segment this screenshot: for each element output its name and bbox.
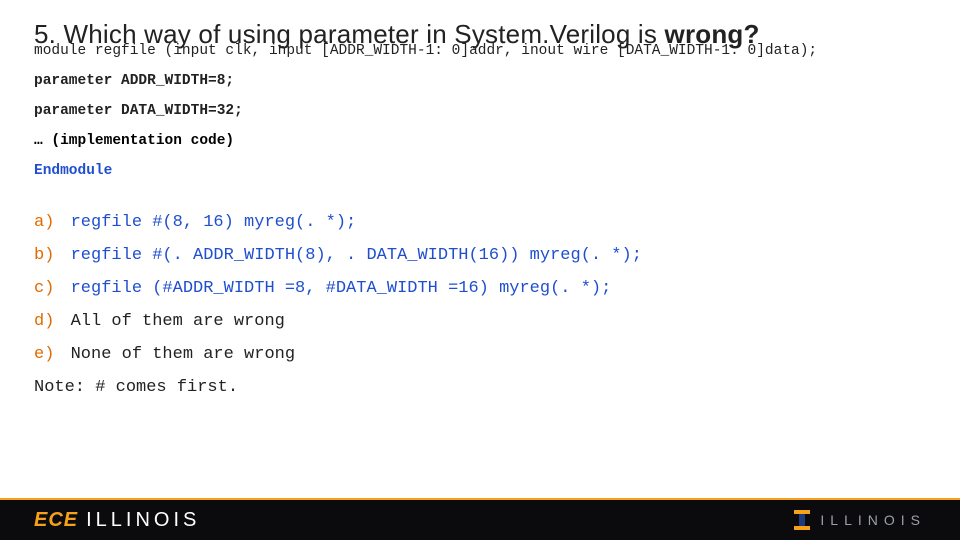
answer-d-body: All of them are wrong <box>71 312 285 331</box>
answer-a-label: a) <box>34 213 54 232</box>
code-param-addr: parameter ADDR_WIDTH=8; <box>34 73 926 89</box>
answer-b-label: b) <box>34 246 54 265</box>
answer-e: e) None of them are wrong <box>34 345 926 364</box>
answer-c: c) regfile (#ADDR_WIDTH =8, #DATA_WIDTH … <box>34 279 926 298</box>
code-param-data: parameter DATA_WIDTH=32; <box>34 103 926 119</box>
answer-d: d) All of them are wrong <box>34 312 926 331</box>
code-param2-text: parameter DATA_WIDTH=32; <box>34 103 243 119</box>
footer-uiuc-label: ILLINOIS <box>820 512 926 528</box>
answer-e-label: e) <box>34 345 54 364</box>
answer-e-body: None of them are wrong <box>71 345 295 364</box>
content-area: 5. Which way of using parameter in Syste… <box>0 0 960 397</box>
code-param1-text: parameter ADDR_WIDTH=8; <box>34 73 234 89</box>
note-line: Note: # comes first. <box>34 378 926 397</box>
code-module-signature: module regfile (input clk, input [ADDR_W… <box>34 43 926 59</box>
slide: 5. Which way of using parameter in Syste… <box>0 0 960 540</box>
footer-bar: ECE ILLINOIS ILLINOIS <box>0 500 960 540</box>
answer-a-body: regfile #(8, 16) myreg(. *); <box>71 213 357 232</box>
answer-b-body: regfile #(. ADDR_WIDTH(8), . DATA_WIDTH(… <box>71 246 642 265</box>
footer-illinois-label: ILLINOIS <box>86 509 200 532</box>
footer-left: ECE ILLINOIS <box>34 509 200 532</box>
block-i-icon <box>794 510 810 530</box>
code-implementation-placeholder: … (implementation code) <box>34 133 926 149</box>
answer-d-label: d) <box>34 312 54 331</box>
code-sig-text: module regfile (input clk, input [ADDR_W… <box>34 43 817 59</box>
footer-right: ILLINOIS <box>794 510 926 530</box>
answers-list: a) regfile #(8, 16) myreg(. *); b) regfi… <box>34 213 926 397</box>
answer-c-label: c) <box>34 279 54 298</box>
answer-a: a) regfile #(8, 16) myreg(. *); <box>34 213 926 232</box>
answer-c-body: regfile (#ADDR_WIDTH =8, #DATA_WIDTH =16… <box>71 279 612 298</box>
answer-b: b) regfile #(. ADDR_WIDTH(8), . DATA_WID… <box>34 246 926 265</box>
code-endmodule: Endmodule <box>34 163 926 179</box>
footer-ece-label: ECE <box>34 509 78 532</box>
